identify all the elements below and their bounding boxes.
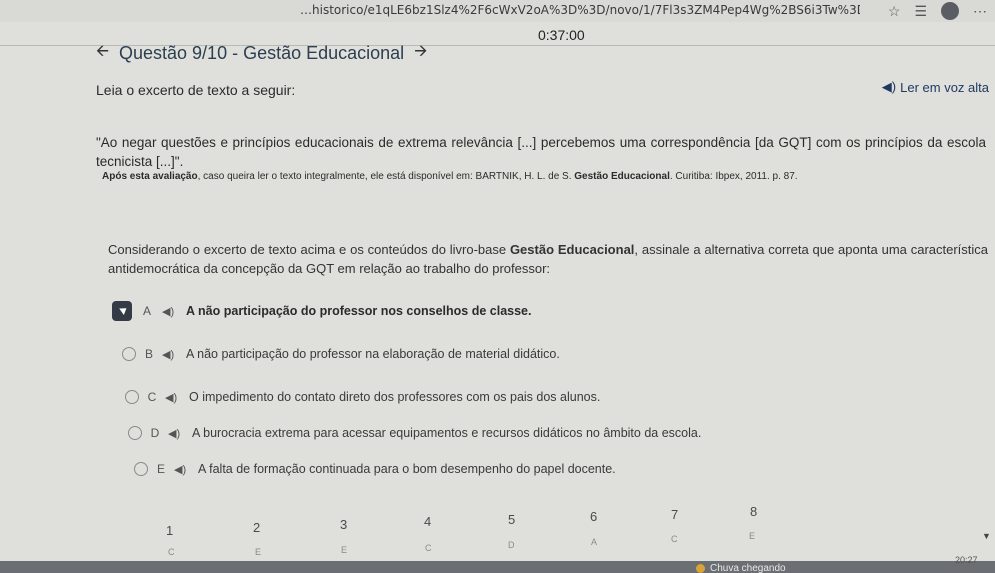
option-text: A não participação do professor nos cons… (186, 304, 532, 318)
arrow-left-icon[interactable]: 🡨 (96, 40, 109, 67)
browser-bar: …historico/e1qLE6bz1Slz4%2F6cWxV2oA%3D%3… (0, 0, 995, 22)
source-rest: , caso queira ler o texto integralmente,… (197, 171, 575, 182)
question-number[interactable]: 2 (253, 520, 260, 535)
option-c[interactable]: C ◀) O impedimento do contato direto dos… (125, 386, 600, 408)
speaker-icon[interactable]: ◀) (162, 305, 186, 318)
question-header: 🡨 Questão 9/10 - Gestão Educacional 🡪 (96, 40, 427, 67)
question-number[interactable]: 4 (424, 514, 431, 529)
question-navigation: 1 C 2 E 3 E 4 C 5 D 6 A 7 C 8 E (0, 504, 995, 557)
option-d[interactable]: D ◀) A burocracia extrema para acessar e… (128, 422, 701, 444)
question-title: Questão 9/10 - Gestão Educacional (119, 43, 405, 63)
option-text: A burocracia extrema para acessar equipa… (192, 426, 702, 440)
prompt-start: Considerando o excerto de texto acima e … (108, 242, 510, 257)
question-number[interactable]: 8 (750, 504, 757, 519)
question-answer: C (168, 547, 175, 557)
question-answer: C (671, 534, 678, 544)
read-aloud-label: Ler em voz alta (900, 79, 989, 95)
favorites-icon[interactable]: ☰ (914, 3, 927, 20)
selected-cursor-icon[interactable] (112, 301, 132, 321)
taskbar (0, 561, 995, 573)
speaker-icon: ◀) (881, 79, 897, 94)
option-a[interactable]: A ◀) A não participação do professor nos… (112, 300, 531, 322)
speaker-icon[interactable]: ◀) (162, 348, 186, 361)
more-menu-icon[interactable]: ⋯ (973, 3, 987, 20)
source-bold: Após esta avaliação (102, 171, 198, 182)
option-letter: E (156, 462, 165, 476)
question-number[interactable]: 6 (590, 509, 597, 524)
question-number[interactable]: 5 (508, 512, 515, 527)
quote-text: "Ao negar questões e princípios educacio… (96, 135, 986, 169)
address-bar[interactable]: …historico/e1qLE6bz1Slz4%2F6cWxV2oA%3D%3… (300, 3, 860, 17)
option-text: O impedimento do contato direto dos prof… (189, 390, 601, 404)
question-answer: E (255, 547, 262, 557)
exam-timer: 0:37:00 (538, 27, 585, 43)
radio-button[interactable] (122, 347, 136, 361)
option-letter: C (147, 390, 157, 404)
option-letter: A (142, 304, 151, 318)
source-book: Gestão Educacional (574, 171, 670, 182)
option-e[interactable]: E ◀) A falta de formação continuada para… (134, 458, 616, 480)
source-tail: . Curitiba: Ibpex, 2011. p. 87. (669, 171, 798, 182)
weather-widget[interactable]: Chuva chegando (696, 563, 786, 573)
radio-button[interactable] (128, 426, 142, 440)
question-answer: A (591, 537, 598, 547)
intro-text: Leia o excerto de texto a seguir: (96, 82, 296, 98)
weather-icon (696, 564, 705, 573)
chevron-down-icon[interactable]: ▼ (982, 531, 991, 541)
read-aloud-button[interactable]: ◀) Ler em voz alta (882, 79, 989, 95)
question-answer: E (341, 545, 348, 555)
option-letter: D (150, 426, 160, 440)
source-citation: Após esta avaliação, caso queira ler o t… (102, 171, 982, 182)
weather-text: Chuva chegando (710, 563, 786, 573)
taskbar-clock: 20:27 (955, 555, 978, 565)
browser-icons: ☆ ☰ ⋯ (888, 2, 987, 20)
option-text: A não participação do professor na elabo… (186, 347, 560, 361)
question-number[interactable]: 7 (671, 507, 678, 522)
arrow-right-icon[interactable]: 🡪 (414, 40, 427, 67)
radio-button[interactable] (125, 390, 139, 404)
question-number[interactable]: 1 (166, 523, 173, 538)
radio-button[interactable] (134, 462, 148, 476)
profile-avatar[interactable] (941, 2, 959, 20)
bookmark-star-icon[interactable]: ☆ (888, 3, 901, 20)
option-text: A falta de formação continuada para o bo… (198, 462, 616, 476)
option-letter: B (144, 347, 153, 361)
speaker-icon[interactable]: ◀) (165, 391, 189, 404)
option-b[interactable]: B ◀) A não participação do professor na … (122, 343, 560, 365)
prompt-bold: Gestão Educacional (509, 242, 635, 257)
question-prompt: Considerando o excerto de texto acima e … (108, 240, 988, 278)
question-answer: D (508, 540, 515, 550)
speaker-icon[interactable]: ◀) (174, 463, 198, 476)
question-number[interactable]: 3 (340, 517, 347, 532)
question-answer: E (749, 531, 756, 541)
question-answer: C (425, 543, 432, 553)
speaker-icon[interactable]: ◀) (168, 427, 192, 440)
